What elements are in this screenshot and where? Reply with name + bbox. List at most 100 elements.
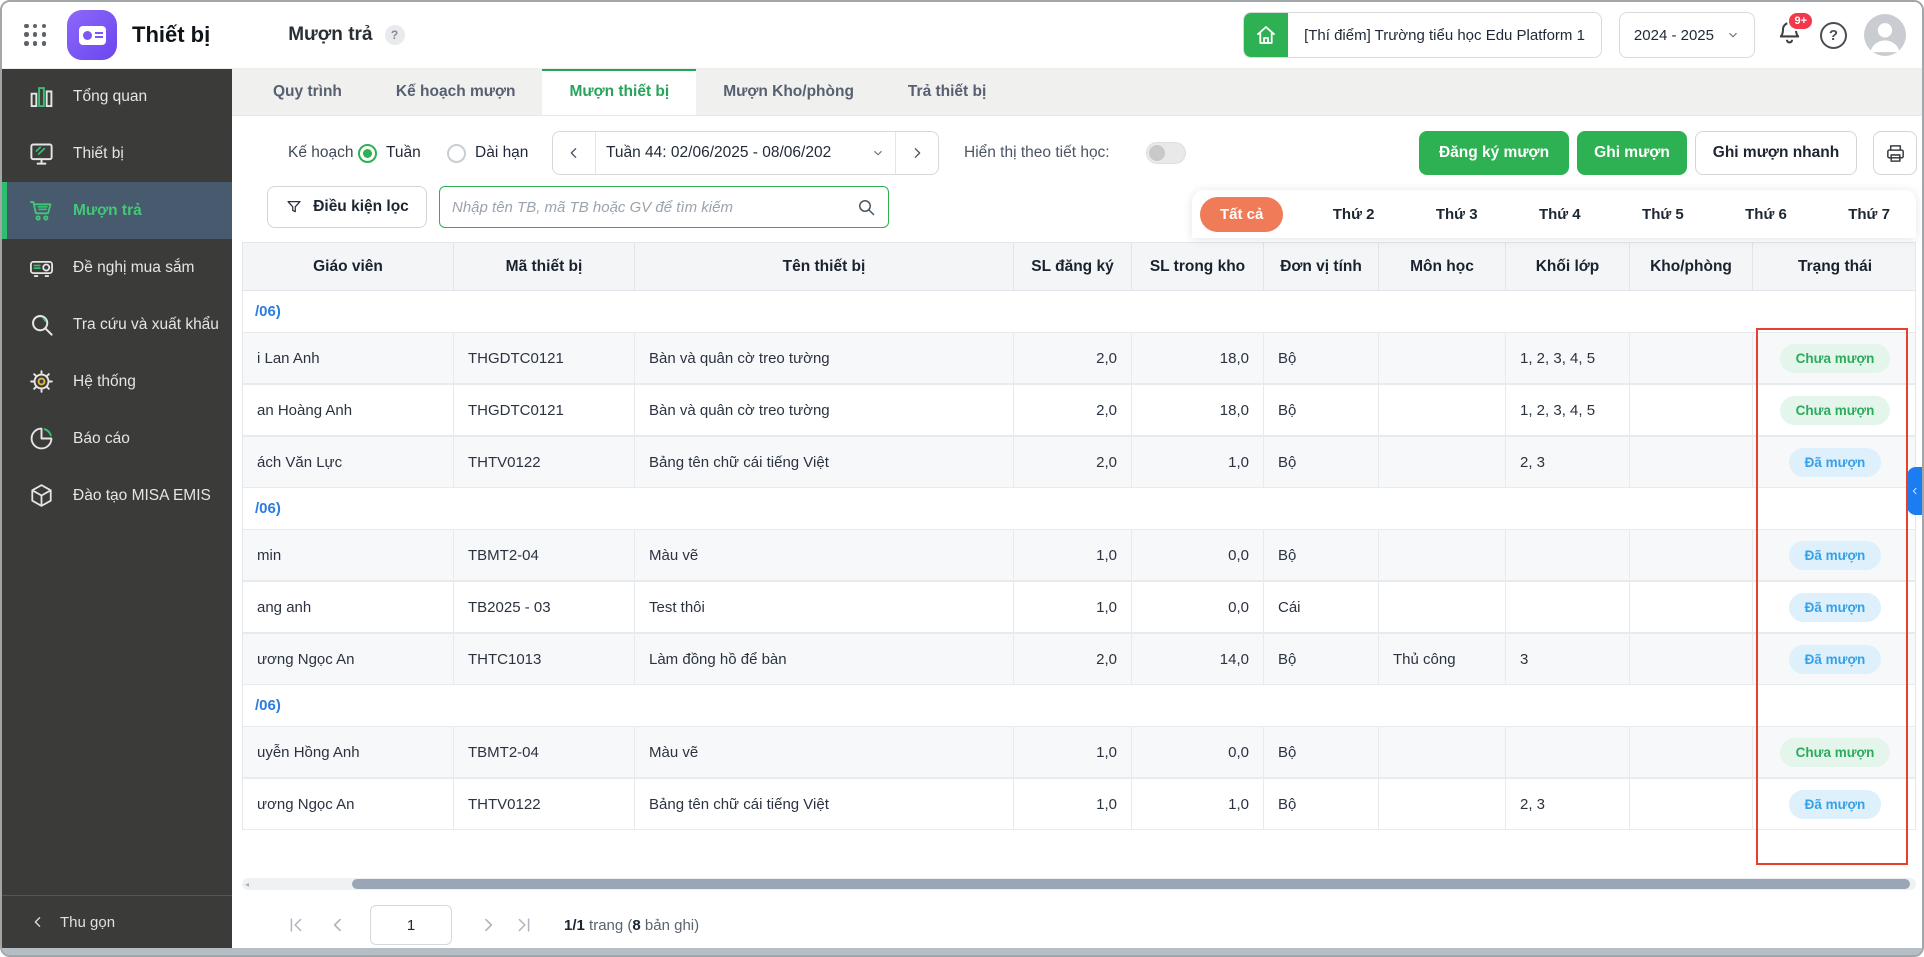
cell-code: THTC1013 <box>454 634 635 684</box>
cell-room <box>1630 437 1753 487</box>
column-header: SL đăng ký <box>1014 243 1132 290</box>
table-row[interactable]: ương Ngọc An THTV0122 Bảng tên chữ cái tiế… <box>243 778 1915 830</box>
last-page-button[interactable] <box>514 915 534 935</box>
avatar[interactable] <box>1864 14 1906 56</box>
toggle-knob <box>1149 145 1165 161</box>
group-date-link[interactable]: /06) <box>255 303 281 320</box>
tab-ke-hoach-muon[interactable]: Kế hoạch mượn <box>369 68 543 115</box>
table-row[interactable]: ương Ngọc An THTC1013 Làm đồng hồ để bàn 2,… <box>243 633 1915 685</box>
tab-muon-kho-phong[interactable]: Mượn Kho/phòng <box>696 68 881 115</box>
column-header: Khối lớp <box>1506 243 1630 290</box>
cell-code: THGDTC0121 <box>454 385 635 435</box>
search-icon[interactable] <box>856 197 876 217</box>
day-tab-thu-3[interactable]: Thứ 3 <box>1424 197 1490 232</box>
app-logo-icon[interactable] <box>67 10 117 60</box>
cell-subject <box>1379 530 1506 580</box>
column-header: Trạng thái <box>1797 257 1873 275</box>
sidebar-item-dao-tao-misa-emis[interactable]: Đào tạo MISA EMIS <box>2 467 232 524</box>
register-borrow-button[interactable]: Đăng ký mượn <box>1419 131 1569 175</box>
radio-week-circle <box>358 143 377 163</box>
cell-code: THGDTC0121 <box>454 333 635 383</box>
previous-page-button[interactable] <box>328 915 348 935</box>
day-tab-thu-7[interactable]: Thứ 7 <box>1836 197 1902 232</box>
cell-code: TB2025 - 03 <box>454 582 635 632</box>
status-badge: Đã mượn <box>1788 592 1882 622</box>
pagination-pages: 1/1 <box>564 916 585 934</box>
table-row[interactable]: i Lan Anh THGDTC0121 Bàn và quân cờ treo t… <box>243 332 1915 384</box>
group-date-link[interactable]: /06) <box>255 500 281 517</box>
tab-muon-thiet-bi[interactable]: Mượn thiết bị <box>542 68 697 115</box>
table-row[interactable]: an Hoàng Anh THGDTC0121 Bàn và quân cờ tre… <box>243 384 1915 436</box>
scrollbar-thumb[interactable] <box>352 879 1910 889</box>
school-year-selector[interactable]: 2024 - 2025 <box>1618 12 1755 58</box>
scrollbar-left-arrow[interactable]: ◂ <box>245 880 249 889</box>
page-help-icon[interactable]: ? <box>384 25 405 45</box>
cell-name: Màu vẽ <box>635 530 1014 580</box>
cell-status: Đã mượn <box>1753 437 1917 487</box>
group-date-link[interactable]: /06) <box>255 697 281 714</box>
cell-unit: Bộ <box>1264 634 1379 684</box>
sidebar-item-label: Báo cáo <box>73 429 130 447</box>
tab-quy-trinh[interactable]: Quy trình <box>246 68 369 115</box>
day-tab-tat-ca[interactable]: Tất cả <box>1200 196 1284 232</box>
cell-stock: 18,0 <box>1132 333 1264 383</box>
radio-longterm[interactable]: Dài hạn <box>447 131 528 175</box>
table-row[interactable]: ách Văn Lực THTV0122 Bảng tên chữ cái tiến… <box>243 436 1915 488</box>
table-row[interactable]: ang anh TB2025 - 03 Test thôi 1,0 0,0 Cái Đã m… <box>243 581 1915 633</box>
print-button[interactable] <box>1873 131 1917 175</box>
table-row[interactable]: min TBMT2-04 Màu vẽ 1,0 0,0 Bộ Đã mượn <box>243 529 1915 581</box>
cell-qty: 2,0 <box>1014 437 1132 487</box>
cell-grades: 1, 2, 3, 4, 5 <box>1506 333 1630 383</box>
search-input[interactable] <box>450 197 848 217</box>
week-selector[interactable]: Tuần 44: 02/06/2025 - 08/06/202 <box>596 132 895 174</box>
quick-record-borrow-button[interactable]: Ghi mượn nhanh <box>1695 131 1857 175</box>
sidebar-item-he-thong[interactable]: Hệ thống <box>2 353 232 410</box>
status-badge: Chưa mượn <box>1779 737 1891 767</box>
day-tab-thu-5[interactable]: Thứ 5 <box>1630 197 1696 232</box>
sidebar-item-muon-tra[interactable]: Mượn trả <box>2 182 232 239</box>
cell-unit: Bộ <box>1264 779 1379 829</box>
record-borrow-button[interactable]: Ghi mượn <box>1577 131 1687 175</box>
pie-chart-icon <box>28 425 55 452</box>
next-week-button[interactable] <box>895 132 938 174</box>
sidebar-item-de-nghi-mua-sam[interactable]: Đề nghị mua sắm <box>2 239 232 296</box>
period-toggle[interactable] <box>1146 142 1186 164</box>
school-selector[interactable]: [Thí điểm] Trường tiểu học Edu Platform … <box>1243 12 1602 58</box>
radio-week[interactable]: Tuần <box>358 131 421 175</box>
column-header: Môn học <box>1379 243 1506 290</box>
cell-unit: Bộ <box>1264 727 1379 777</box>
cell-status: Đã mượn <box>1753 634 1917 684</box>
controls-row: Kế hoạch Tuần Dài hạn Tuần 44: 02/06/202… <box>232 131 1922 175</box>
cell-grades: 2, 3 <box>1506 779 1630 829</box>
day-tab-thu-4[interactable]: Thứ 4 <box>1527 197 1593 232</box>
sidebar-item-tra-cuu-va-xuat-khau[interactable]: Tra cứu và xuất khẩu <box>2 296 232 353</box>
sidebar-item-tong-quan[interactable]: Tổng quan <box>2 68 232 125</box>
home-icon <box>1244 13 1289 57</box>
sidebar-item-bao-cao[interactable]: Báo cáo <box>2 410 232 467</box>
bar-chart-icon <box>28 83 55 110</box>
cell-teacher: ang anh <box>243 582 454 632</box>
first-page-button[interactable] <box>286 915 306 935</box>
period-toggle-label: Hiển thị theo tiết học: <box>964 144 1110 161</box>
expand-panel-handle[interactable] <box>1907 467 1922 515</box>
day-tabs-panel: Tất cả Thứ 2 Thứ 3 Thứ 4 Thứ 5 Thứ 6 Thứ 7 <box>1192 190 1916 238</box>
day-tab-thu-6[interactable]: Thứ 6 <box>1733 197 1799 232</box>
sidebar-item-thiet-bi[interactable]: Thiết bị <box>2 125 232 182</box>
day-tab-thu-2[interactable]: Thứ 2 <box>1321 197 1387 232</box>
horizontal-scrollbar[interactable]: ◂ <box>242 878 1916 890</box>
next-page-button[interactable] <box>478 915 498 935</box>
apps-grid-icon[interactable] <box>24 23 47 47</box>
cell-room <box>1630 333 1753 383</box>
table-row[interactable]: uyễn Hồng Anh TBMT2-04 Màu vẽ 1,0 0,0 Bộ Chưa … <box>243 726 1915 778</box>
cell-teacher: ương Ngọc An <box>243 779 454 829</box>
sidebar-collapse-button[interactable]: Thu gọn <box>2 895 232 948</box>
page-input[interactable] <box>370 905 452 945</box>
filter-conditions-button[interactable]: Điều kiện lọc <box>267 186 427 228</box>
tab-tra-thiet-bi[interactable]: Trả thiết bị <box>881 68 1013 115</box>
previous-week-button[interactable] <box>553 132 596 174</box>
help-icon[interactable]: ? <box>1820 21 1847 49</box>
cell-name: Làm đồng hồ để bàn <box>635 634 1014 684</box>
cell-stock: 0,0 <box>1132 582 1264 632</box>
notifications-button[interactable]: 9+ <box>1776 11 1814 51</box>
chevron-right-icon <box>909 145 925 161</box>
